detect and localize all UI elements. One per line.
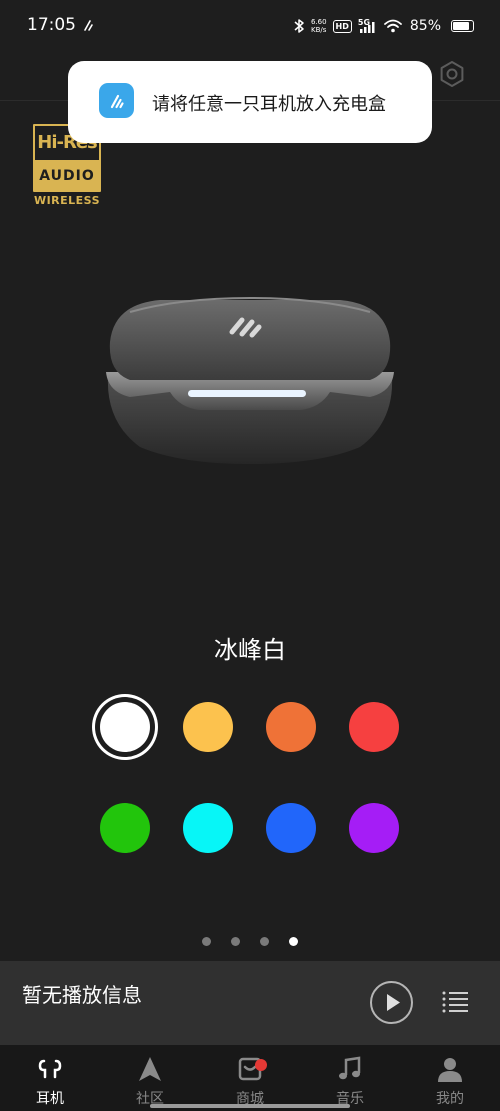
edifier-logo-icon xyxy=(110,94,124,108)
music-icon xyxy=(339,1056,361,1080)
color-swatch-6[interactable] xyxy=(183,803,233,853)
nav-item-shop[interactable]: 商城 xyxy=(200,1045,300,1111)
page-indicator xyxy=(0,937,500,947)
page-dot-2[interactable] xyxy=(231,937,240,946)
nav-item-earbuds[interactable]: 耳机 xyxy=(0,1045,100,1111)
battery-percentage: 85% xyxy=(409,18,441,34)
notification-text: 请将任意一只耳机放入充电盒 xyxy=(152,94,386,115)
status-bar: 17:05 6.60 KB/s HD 5G 85% xyxy=(0,0,500,54)
signal-bars-icon xyxy=(359,22,375,33)
nav-label-earbuds: 耳机 xyxy=(36,1091,64,1107)
hires-audio-text: AUDIO xyxy=(39,168,95,184)
edifier-app-icon xyxy=(99,83,134,118)
notification-toast[interactable]: 请将任意一只耳机放入充电盒 xyxy=(68,61,432,143)
earbuds-case-image xyxy=(106,296,394,464)
color-swatch-7[interactable] xyxy=(266,803,316,853)
playlist-icon[interactable] xyxy=(440,987,470,1017)
network-speed: 6.60 KB/s xyxy=(311,18,327,34)
status-time: 17:05 xyxy=(27,15,76,35)
color-swatch-1[interactable] xyxy=(100,702,150,752)
bluetooth-icon xyxy=(294,19,304,33)
player-bar[interactable]: 暂无播放信息 xyxy=(0,961,500,1045)
page-dot-3[interactable] xyxy=(260,937,269,946)
nav-item-community[interactable]: 社区 xyxy=(100,1045,200,1111)
profile-icon xyxy=(438,1058,462,1082)
color-swatch-5[interactable] xyxy=(100,803,150,853)
page-dot-1[interactable] xyxy=(202,937,211,946)
color-swatch-2[interactable] xyxy=(183,702,233,752)
nav-label-profile: 我的 xyxy=(436,1091,464,1107)
play-button[interactable] xyxy=(370,981,413,1024)
nav-item-music[interactable]: 音乐 xyxy=(300,1045,400,1111)
battery-fill xyxy=(453,22,470,30)
now-playing-text: 暂无播放信息 xyxy=(22,983,142,1007)
hires-wireless-text: WIRELESS xyxy=(33,194,101,207)
page-dot-4[interactable] xyxy=(289,937,298,946)
color-swatch-4[interactable] xyxy=(349,702,399,752)
status-indicators: 6.60 KB/s HD 5G 85% xyxy=(293,14,474,38)
battery-icon xyxy=(451,20,474,32)
cellular-signal: 5G xyxy=(358,18,378,34)
earbuds-icon xyxy=(38,1059,62,1079)
play-icon xyxy=(387,994,400,1011)
home-indicator[interactable] xyxy=(150,1104,350,1108)
network-speed-unit: KB/s xyxy=(311,26,327,34)
settings-icon[interactable] xyxy=(438,60,466,88)
color-swatch-8[interactable] xyxy=(349,803,399,853)
color-swatch-3[interactable] xyxy=(266,702,316,752)
shop-notification-badge xyxy=(255,1059,267,1071)
network-speed-value: 6.60 xyxy=(310,18,327,26)
edifier-notification-icon xyxy=(84,20,93,31)
color-name-label: 冰峰白 xyxy=(214,636,286,664)
hd-badge: HD xyxy=(332,19,352,33)
nav-item-profile[interactable]: 我的 xyxy=(400,1045,500,1111)
wifi-icon xyxy=(383,19,402,33)
community-icon xyxy=(139,1057,161,1081)
bottom-navigation: 耳机 社区 商城 音乐 我的 xyxy=(0,1045,500,1111)
